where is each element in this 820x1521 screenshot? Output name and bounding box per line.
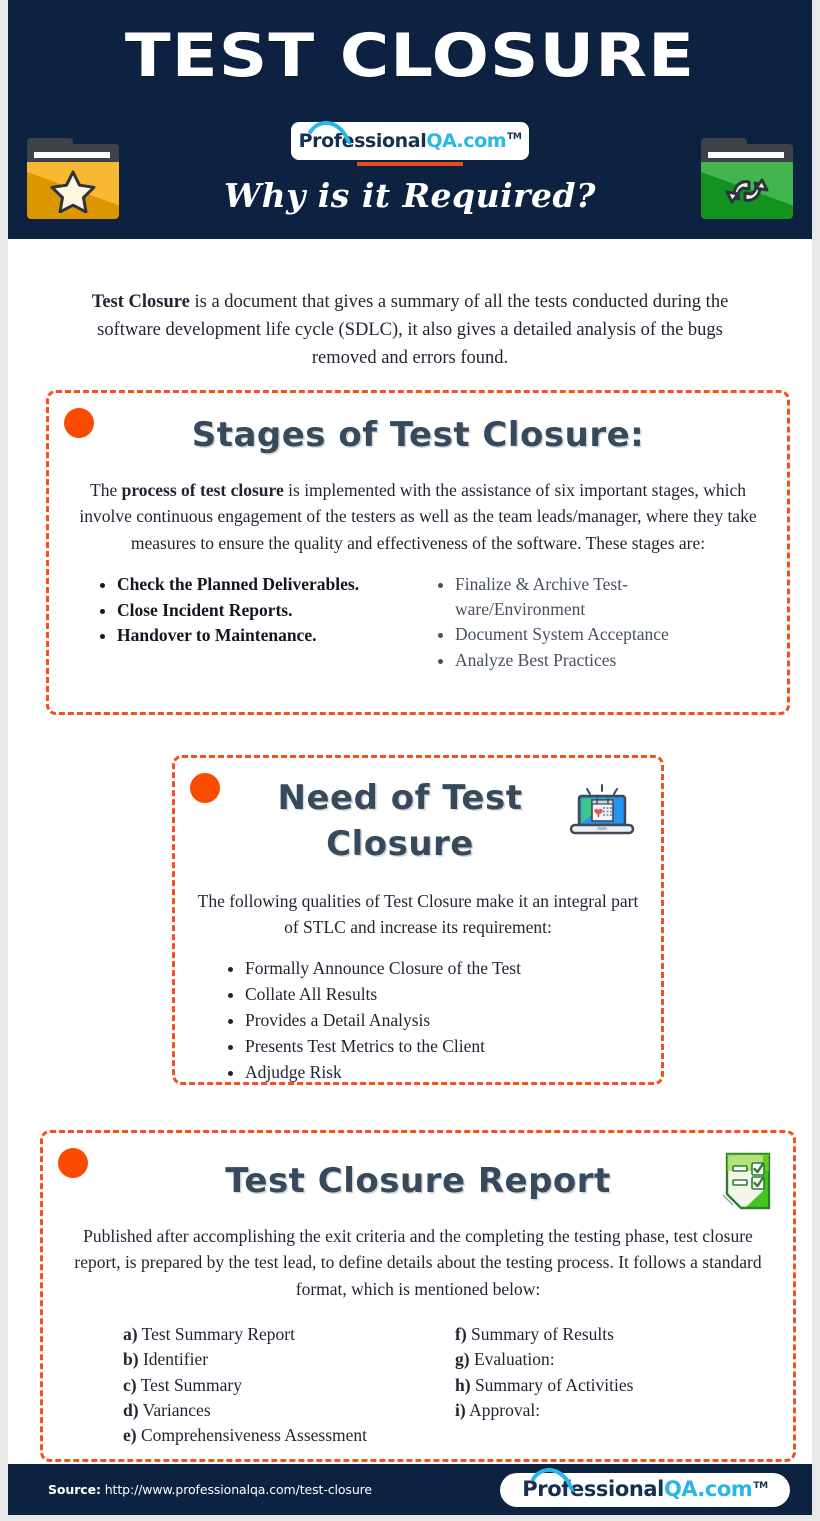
list-item: Collate All Results	[245, 982, 661, 1007]
list-item: Presents Test Metrics to the Client	[245, 1034, 661, 1059]
report-list-left-col: a) Test Summary Report b) Identifier c) …	[123, 1322, 431, 1449]
list-item: Check the Planned Deliverables.	[117, 572, 409, 597]
laptop-calendar-icon	[565, 780, 639, 842]
list-item: Finalize & Archive Test-ware/Environment	[455, 572, 747, 622]
list-text: Test Summary	[136, 1374, 243, 1395]
bullet-dot-marker	[190, 773, 220, 803]
logo-wordmark: Professional QA .com TM	[521, 1463, 768, 1503]
section-test-closure-report: Test Closure Report Published after acco…	[40, 1130, 796, 1462]
list-item: Formally Announce Closure of the Test	[245, 956, 661, 981]
header-logo: Professional QA .com TM	[291, 115, 529, 160]
list-text: Variances	[138, 1399, 211, 1420]
source-line: Source: http://www.professionalqa.com/te…	[48, 1482, 372, 1497]
section-title-report: Test Closure Report	[225, 1161, 611, 1201]
bullet-dot-marker	[64, 408, 94, 438]
page-subtitle: Why is it Required?	[224, 176, 596, 215]
logo-part-qa: QA	[663, 1477, 698, 1501]
page-title: TEST CLOSURE	[124, 21, 696, 91]
list-marker: d)	[123, 1399, 139, 1420]
list-item: g) Evaluation:	[455, 1347, 763, 1372]
logo-trademark: TM	[753, 1481, 768, 1491]
list-marker: a)	[123, 1323, 138, 1344]
list-marker: f)	[455, 1323, 467, 1344]
report-list-right-col: f) Summary of Results g) Evaluation: h) …	[455, 1322, 763, 1449]
logo-underline	[357, 162, 463, 166]
logo-trademark: TM	[507, 131, 522, 142]
list-text: Identifier	[138, 1349, 209, 1370]
stages-list-columns: Check the Planned Deliverables. Close In…	[49, 556, 787, 674]
logo-part-com: .com	[456, 129, 507, 152]
need-list-wrap: Formally Announce Closure of the Test Co…	[175, 940, 661, 1084]
list-item: c) Test Summary	[123, 1373, 431, 1398]
footer-logo[interactable]: Professional QA .com TM	[500, 1463, 790, 1507]
para-part-bold: process of test closure	[121, 480, 284, 500]
list-item: e) Comprehensiveness Assessment	[123, 1423, 431, 1448]
report-list-right: f) Summary of Results g) Evaluation: h) …	[455, 1322, 763, 1424]
list-marker: h)	[455, 1374, 471, 1395]
list-text: Summary of Activities	[470, 1374, 634, 1395]
green-checklist-icon	[719, 1151, 775, 1213]
infographic-page: TEST CLOSURE Professional QA .com TM Why is…	[0, 0, 820, 1521]
list-item: Adjudge Risk	[245, 1060, 661, 1085]
list-item: Close Incident Reports.	[117, 598, 409, 623]
stages-list-right-col: Finalize & Archive Test-ware/Environment…	[433, 572, 747, 674]
report-list-columns: a) Test Summary Report b) Identifier c) …	[43, 1302, 793, 1449]
list-text: Summary of Results	[466, 1323, 614, 1344]
folder-tab	[701, 138, 793, 162]
intro-paragraph: Test Closure is a document that gives a …	[8, 258, 812, 372]
stages-list-right: Finalize & Archive Test-ware/Environment…	[433, 572, 747, 673]
need-list: Formally Announce Closure of the Test Co…	[223, 956, 661, 1084]
list-marker: e)	[123, 1425, 137, 1446]
list-item: d) Variances	[123, 1398, 431, 1423]
list-item: b) Identifier	[123, 1347, 431, 1372]
list-item: h) Summary of Activities	[455, 1373, 763, 1398]
source-label: Source:	[48, 1482, 101, 1497]
section-stages-of-test-closure: Stages of Test Closure: The process of t…	[46, 390, 790, 715]
list-item: a) Test Summary Report	[123, 1322, 431, 1347]
list-item: Handover to Maintenance.	[117, 623, 409, 648]
folder-tab	[27, 138, 119, 162]
logo-part-com: .com	[697, 1477, 753, 1501]
para-part: The	[90, 480, 122, 500]
list-marker: b)	[123, 1349, 139, 1370]
section-need-of-test-closure: Need of Test Closure The following quali…	[172, 755, 664, 1085]
intro-bold-lead: Test Closure	[91, 291, 190, 312]
logo-wordmark: Professional QA .com TM	[297, 115, 522, 156]
section-paragraph-need: The following qualities of Test Closure …	[197, 890, 639, 938]
section-title-stages: Stages of Test Closure:	[191, 415, 645, 455]
list-marker: i)	[455, 1399, 466, 1420]
list-item: Provides a Detail Analysis	[245, 1008, 661, 1033]
list-marker: c)	[123, 1374, 137, 1395]
stages-list-left-col: Check the Planned Deliverables. Close In…	[95, 572, 409, 674]
intro-rest: is a document that gives a summary of al…	[97, 291, 729, 368]
logo-part-qa: QA	[426, 129, 457, 152]
list-marker: g)	[455, 1349, 470, 1370]
list-item: i) Approval:	[455, 1398, 763, 1423]
list-item: f) Summary of Results	[455, 1322, 763, 1347]
list-item: Document System Acceptance	[455, 622, 747, 647]
list-text: Test Summary Report	[137, 1323, 295, 1344]
stages-list-left: Check the Planned Deliverables. Close In…	[95, 572, 409, 649]
header-banner: TEST CLOSURE Professional QA .com TM Why is…	[8, 0, 812, 239]
bullet-dot-marker	[58, 1148, 88, 1178]
list-item: Analyze Best Practices	[455, 648, 747, 673]
footer-bar: Source: http://www.professionalqa.com/te…	[8, 1463, 812, 1515]
source-url[interactable]: http://www.professionalqa.com/test-closu…	[101, 1482, 372, 1497]
section-paragraph-report: Published after accomplishing the exit c…	[74, 1226, 762, 1299]
list-text: Comprehensiveness Assessment	[136, 1425, 368, 1446]
report-list-left: a) Test Summary Report b) Identifier c) …	[123, 1322, 431, 1449]
list-text: Evaluation:	[469, 1349, 555, 1370]
section-paragraph-stages: The process of test closure is implement…	[49, 455, 787, 556]
list-text: Approval:	[465, 1399, 541, 1420]
